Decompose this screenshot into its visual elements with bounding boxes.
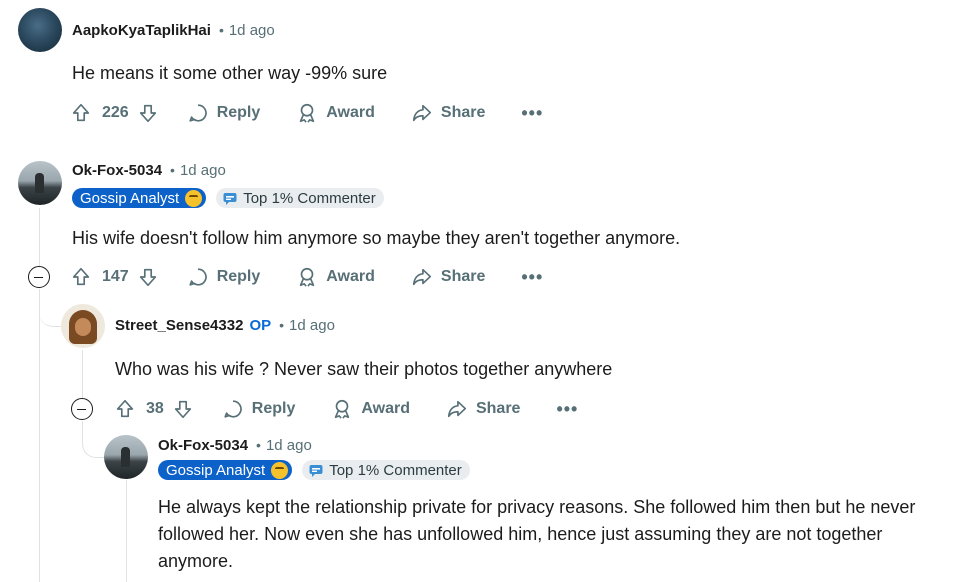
award-button[interactable]: Award <box>296 266 375 288</box>
flair-label: Gossip Analyst <box>80 189 180 207</box>
timestamp[interactable]: 1d ago <box>229 22 275 39</box>
comment-actions: 226 Reply Award Share ••• <box>70 98 543 128</box>
thread-line <box>39 289 40 582</box>
share-label: Share <box>440 268 486 285</box>
separator-dot: • <box>170 162 175 178</box>
downvote-button[interactable] <box>172 398 194 420</box>
flair-top-commenter: Top 1% Commenter <box>302 460 470 480</box>
downvote-icon <box>139 268 156 287</box>
username[interactable]: Ok-Fox-5034 <box>158 437 248 454</box>
timestamp[interactable]: 1d ago <box>289 317 335 334</box>
thread-line <box>39 208 40 266</box>
comment-bubble-icon <box>189 104 207 122</box>
share-icon <box>412 268 431 286</box>
username[interactable]: Street_Sense4332 <box>115 317 243 334</box>
vote-count: 226 <box>102 104 129 121</box>
downvote-icon <box>139 104 156 123</box>
downvote-icon <box>174 400 191 419</box>
flair-top-commenter: Top 1% Commenter <box>216 188 384 208</box>
flair-label: Top 1% Commenter <box>243 189 376 207</box>
separator-dot: • <box>256 437 261 453</box>
collapse-thread-button[interactable] <box>71 398 93 420</box>
timestamp[interactable]: 1d ago <box>180 162 226 179</box>
downvote-button[interactable] <box>137 266 159 288</box>
flair-label: Gossip Analyst <box>166 461 266 479</box>
username[interactable]: Ok-Fox-5034 <box>72 162 162 179</box>
comment-actions: 147 Reply Award Share ••• <box>70 262 543 292</box>
flair-gossip-analyst: Gossip Analyst <box>158 460 293 480</box>
upvote-button[interactable] <box>114 398 136 420</box>
avatar[interactable] <box>104 435 148 479</box>
upvote-button[interactable] <box>70 102 92 124</box>
comment-actions: 38 Reply Award Share ••• <box>114 394 578 424</box>
reply-label: Reply <box>216 268 261 285</box>
award-button[interactable]: Award <box>296 102 375 124</box>
vote-count: 147 <box>102 268 129 285</box>
emoji-icon <box>185 189 203 207</box>
award-label: Award <box>361 400 410 417</box>
reply-button[interactable]: Reply <box>187 102 261 124</box>
reply-button[interactable]: Reply <box>222 398 296 420</box>
award-label: Award <box>326 104 375 121</box>
comment-meta: AapkoKyaTaplikHai • 1d ago <box>72 22 275 39</box>
downvote-button[interactable] <box>137 102 159 124</box>
comment-body: He always kept the relationship private … <box>158 494 953 575</box>
comment-body: His wife doesn't follow him anymore so m… <box>72 228 681 248</box>
comment-meta: Street_Sense4332 OP • 1d ago <box>115 317 335 334</box>
thread-line <box>126 480 127 582</box>
reply-label: Reply <box>251 400 296 417</box>
share-icon <box>412 104 431 122</box>
emoji-icon <box>271 461 289 479</box>
share-label: Share <box>475 400 521 417</box>
thread-connector <box>39 289 61 327</box>
comment-meta: Ok-Fox-5034 • 1d ago <box>72 162 226 179</box>
share-button[interactable]: Share <box>411 102 485 124</box>
timestamp[interactable]: 1d ago <box>266 437 312 454</box>
share-icon <box>447 400 467 418</box>
thread-connector <box>82 421 104 458</box>
avatar[interactable] <box>18 8 62 52</box>
share-button[interactable]: Share <box>446 398 520 420</box>
comment-body-line: anymore. <box>158 551 234 571</box>
avatar[interactable] <box>18 161 62 205</box>
commenter-badge-icon <box>309 465 323 477</box>
share-label: Share <box>440 104 486 121</box>
separator-dot: • <box>218 22 224 38</box>
collapse-thread-button[interactable] <box>28 266 50 288</box>
user-flairs: Gossip Analyst Top 1% Commenter <box>158 460 470 480</box>
upvote-icon <box>72 103 90 122</box>
comment-body-line: followed her. Now even she has unfollowe… <box>158 524 883 544</box>
more-options-button[interactable]: ••• <box>521 267 543 288</box>
upvote-icon <box>72 267 90 286</box>
award-icon <box>300 103 315 123</box>
more-options-button[interactable]: ••• <box>521 103 543 124</box>
comment-body-line: He always kept the relationship private … <box>158 497 916 517</box>
avatar[interactable] <box>61 304 105 348</box>
commenter-badge-icon <box>223 193 237 205</box>
upvote-button[interactable] <box>70 266 92 288</box>
reply-button[interactable]: Reply <box>187 266 261 288</box>
award-label: Award <box>326 268 375 285</box>
reply-label: Reply <box>216 104 261 121</box>
user-flairs: Gossip Analyst Top 1% Commenter <box>72 188 384 208</box>
comment-meta: Ok-Fox-5034 • 1d ago <box>158 437 312 454</box>
more-options-button[interactable]: ••• <box>556 399 578 420</box>
comment-body: Who was his wife ? Never saw their photo… <box>115 359 613 379</box>
comment-bubble-icon <box>189 268 207 286</box>
share-button[interactable]: Share <box>411 266 485 288</box>
award-icon <box>300 267 315 287</box>
separator-dot: • <box>279 317 285 333</box>
comment-bubble-icon <box>224 400 242 418</box>
flair-label: Top 1% Commenter <box>329 461 462 479</box>
thread-line <box>82 350 83 398</box>
op-badge: OP <box>249 317 272 334</box>
flair-gossip-analyst: Gossip Analyst <box>72 188 207 208</box>
vote-count: 38 <box>146 400 164 417</box>
username[interactable]: AapkoKyaTaplikHai <box>72 22 211 39</box>
comment-body: He means it some other way -99% sure <box>72 63 388 83</box>
award-icon <box>335 399 350 419</box>
award-button[interactable]: Award <box>331 398 410 420</box>
upvote-icon <box>116 399 134 418</box>
